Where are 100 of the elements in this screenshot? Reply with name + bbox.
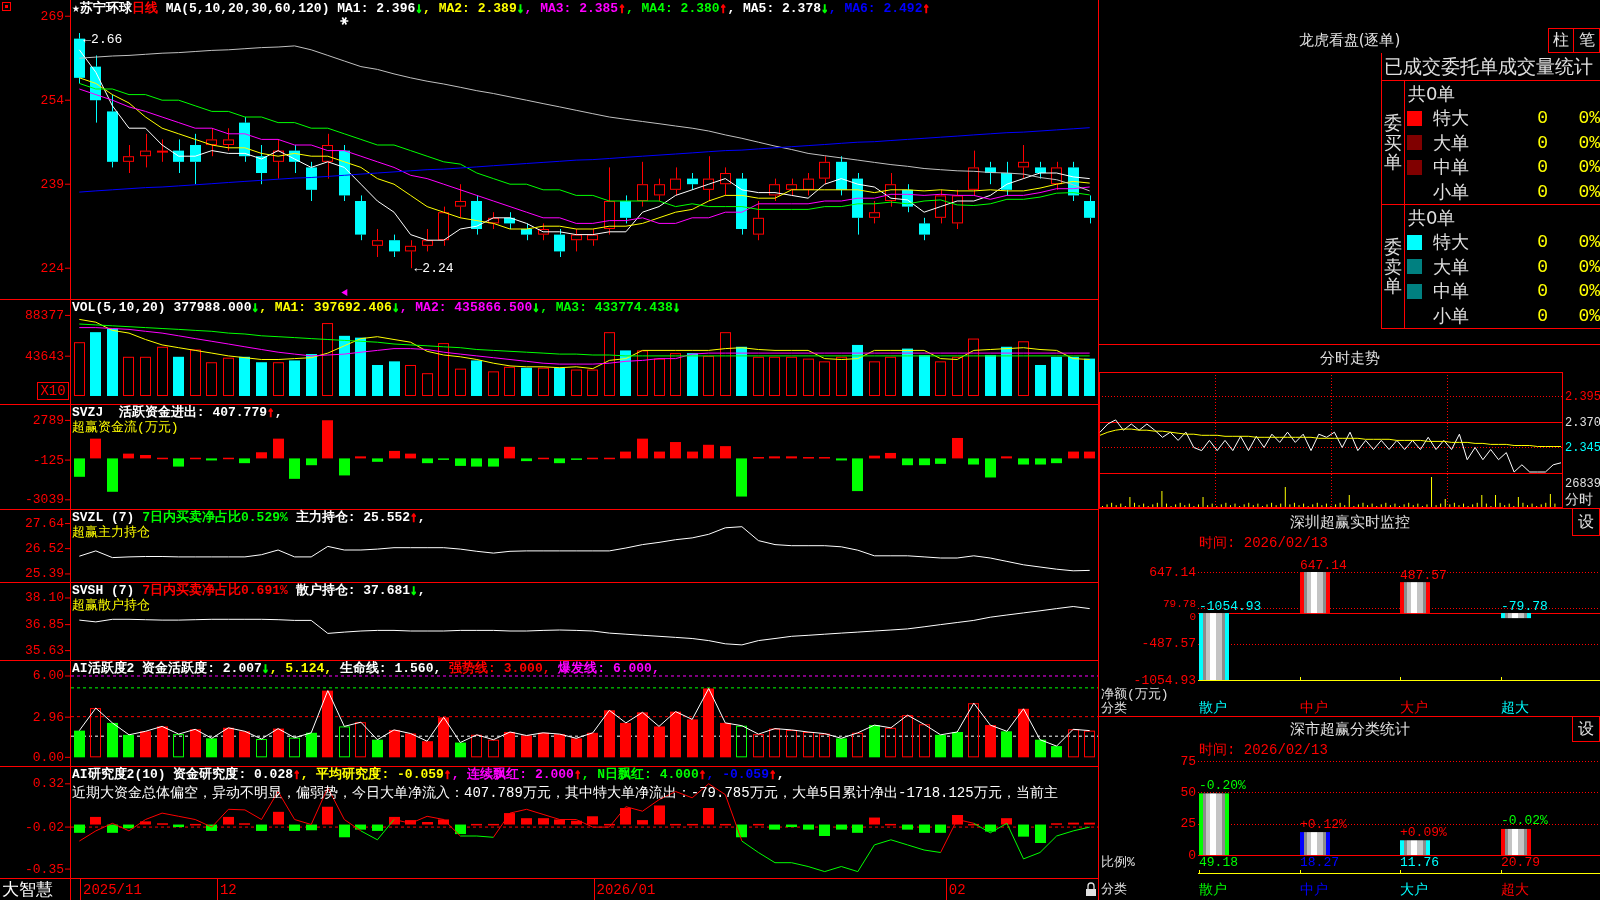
order-share: 0% <box>1578 305 1600 326</box>
order-share: 0% <box>1578 181 1600 202</box>
panel-title: 深市超赢分类统计 <box>1289 720 1410 739</box>
timestamp-label: 时间: 2026/02/13 <box>1199 742 1328 758</box>
axis-label: -0.02 <box>25 819 64 835</box>
indicator-legend: SVZJ 活跃资金进出: 407.779↑, <box>72 405 283 420</box>
brand-label: 大智慧 <box>2 880 53 900</box>
order-total: 共0单 <box>1408 206 1456 230</box>
category-label: 超大 <box>1501 700 1529 716</box>
axis-title: 比例% <box>1101 854 1135 870</box>
axis-label: -1054.93 <box>1133 672 1196 688</box>
axis-title: 净额(万元) <box>1101 686 1169 702</box>
category-label: 中户 <box>1300 700 1328 716</box>
axis-label: 254 <box>40 92 64 108</box>
axis-label: -125 <box>32 452 64 468</box>
order-share: 0% <box>1578 108 1600 129</box>
value-label: 11.76 <box>1400 854 1439 870</box>
axis-label: 239 <box>40 176 64 192</box>
order-share: 0% <box>1578 256 1600 277</box>
axis-label: 36.85 <box>25 617 64 633</box>
category-label: 大户 <box>1400 882 1428 898</box>
unit-label: X10 <box>37 382 69 400</box>
axis-label: 75 <box>1180 753 1196 769</box>
axis-label: 25.39 <box>25 566 64 582</box>
category-label: 散户 <box>1199 700 1227 716</box>
axis-label: 35.63 <box>25 643 64 659</box>
indicator-legend: SVZL (7) 7日内买卖净占比0.529% 主力持仓: 25.552↑, <box>72 510 426 525</box>
axis-label: -3039 <box>25 492 64 508</box>
axis-label: 269 <box>40 8 64 24</box>
order-total: 共0单 <box>1408 82 1456 106</box>
change-label: -0.02% <box>1501 813 1548 829</box>
timestamp-label: 时间: 2026/02/13 <box>1199 536 1328 551</box>
value-label: 647.14 <box>1300 557 1347 573</box>
axis-label: 224 <box>40 260 64 276</box>
axis-title: 分时 <box>1565 492 1593 508</box>
axis-label: 43643 <box>25 348 64 364</box>
order-size-label: 小单 <box>1433 303 1469 328</box>
group-label: 委买单 <box>1384 112 1402 173</box>
order-count: 0 <box>1537 281 1548 302</box>
order-share: 0% <box>1578 232 1600 253</box>
order-size-label: 特大 <box>1433 230 1469 255</box>
order-share: 0% <box>1578 281 1600 302</box>
date-label: 02 <box>948 882 966 898</box>
order-count: 0 <box>1537 305 1548 326</box>
category-label: 大户 <box>1400 700 1428 716</box>
order-count: 0 <box>1537 157 1548 178</box>
axis-label: 26839 <box>1565 477 1600 491</box>
indicator-caption: 超赢资金流(万元) <box>72 420 179 435</box>
order-size-label: 中单 <box>1433 155 1469 180</box>
category-label: 散户 <box>1199 882 1227 898</box>
axis-label: -487.57 <box>1141 636 1196 652</box>
axis-label: 647.14 <box>1149 564 1196 580</box>
axis-label: 2.370 <box>1565 415 1600 430</box>
axis-label: 0.32 <box>32 776 64 792</box>
axis-label: -0.35 <box>25 861 64 877</box>
order-size-label: 小单 <box>1433 179 1469 204</box>
axis-label: 50 <box>1180 784 1196 800</box>
axis-label: 2.96 <box>32 709 64 725</box>
date-label: 2025/11 <box>83 882 142 898</box>
axis-label: 0 <box>1189 610 1196 623</box>
order-share: 0% <box>1578 157 1600 178</box>
axis-label: 26.52 <box>25 541 64 557</box>
category-label: 超大 <box>1501 882 1529 898</box>
order-size-label: 大单 <box>1433 254 1469 279</box>
order-share: 0% <box>1578 132 1600 153</box>
order-count: 0 <box>1537 181 1548 202</box>
change-label: +0.09% <box>1400 824 1447 840</box>
value-label: 18.27 <box>1300 854 1339 870</box>
indicator-legend: ★苏宁环球日线 MA(5,10,20,30,60,120) MA1: 2.396↓, MA2: 2.389↓, MA3: 2.385↑, MA4: 2.380↑, MA5: 2.378↓, MA6: 2.492↑ <box>72 1 931 16</box>
axis-label: 2.345 <box>1565 440 1600 455</box>
date-label: 2026/01 <box>596 882 656 898</box>
order-count: 0 <box>1537 256 1548 277</box>
order-count: 0 <box>1537 132 1548 153</box>
value-label: -79.78 <box>1501 598 1548 614</box>
order-size-label: 特大 <box>1433 106 1469 131</box>
value-label: 20.79 <box>1501 854 1540 870</box>
axis-label: 25 <box>1180 816 1196 832</box>
indicator-legend: AI研究度2(10) 资金研究度: 0.028↑, 平均研究度: -0.059↑, 连续飘红: 2.000↑, N日飘红: 4.000↑, -0.059↑, <box>72 767 785 782</box>
change-label: -0.20% <box>1199 777 1246 793</box>
axis-label: 38.10 <box>25 590 64 606</box>
indicator-legend: SVSH (7) 7日内买卖净占比0.691% 散户持仓: 37.681↓, <box>72 583 426 598</box>
order-size-label: 中单 <box>1433 279 1469 304</box>
indicator-caption: 超赢主力持仓 <box>72 525 150 540</box>
axis-label: 79.78 <box>1163 598 1196 611</box>
axis-title: 分类 <box>1101 700 1127 716</box>
price-annotation: ←2.24 <box>414 260 454 276</box>
panel-title: 龙虎看盘(逐单) <box>1298 31 1401 50</box>
table-title: 已成交委托单成交量统计 <box>1384 54 1593 79</box>
axis-label: 6.00 <box>32 668 64 684</box>
indicator-caption: 超赢散户持仓 <box>72 598 150 613</box>
value-label: 49.18 <box>1199 854 1238 870</box>
group-label: 委卖单 <box>1384 236 1402 297</box>
axis-label: 0.00 <box>32 749 64 765</box>
order-size-label: 大单 <box>1433 130 1469 155</box>
panel-title: 分时走势 <box>1319 349 1380 368</box>
axis-label: 2789 <box>32 412 64 428</box>
order-count: 0 <box>1537 232 1548 253</box>
axis-label: 0 <box>1188 847 1196 863</box>
indicator-legend: VOL(5,10,20) 377988.000↓, MA1: 397692.406↓, MA2: 435866.500↓, MA3: 433774.438↓ <box>72 300 681 315</box>
axis-label: 27.64 <box>25 516 64 532</box>
